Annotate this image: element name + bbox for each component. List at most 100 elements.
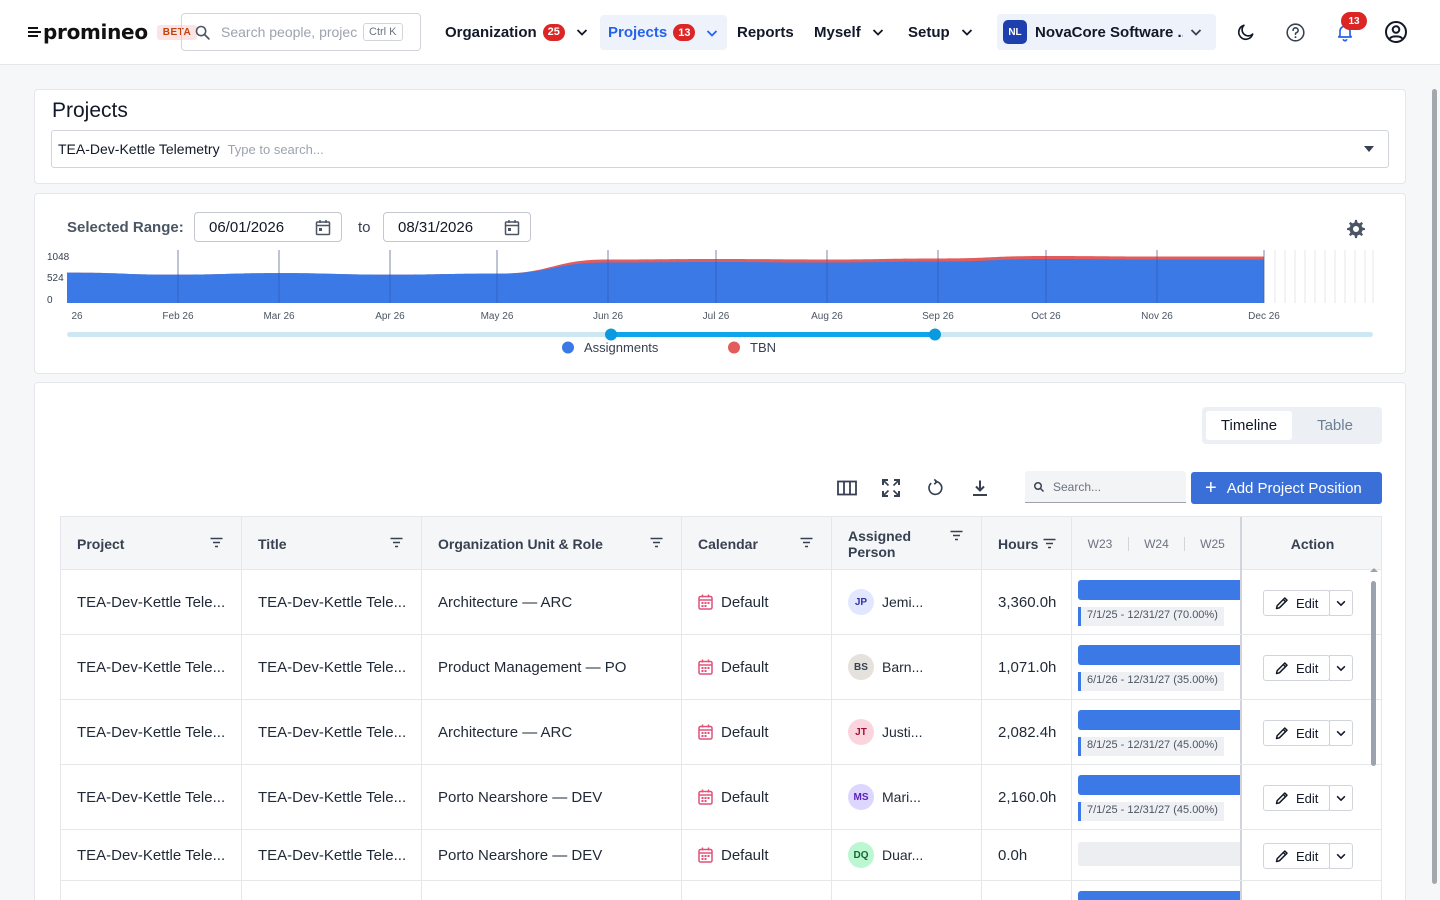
nav-setup[interactable]: Setup bbox=[908, 15, 974, 49]
top-navigation: promineo BETA Search people, projec Ctrl… bbox=[0, 0, 1440, 65]
column-header-assigned-person[interactable]: Assigned Person bbox=[832, 517, 982, 570]
edit-button[interactable]: Edit bbox=[1263, 843, 1330, 869]
table-row[interactable]: TEA-Dev-Kettle Tele... TEA-Dev-Kettle Te… bbox=[61, 700, 1381, 765]
row-actions-dropdown[interactable] bbox=[1329, 785, 1353, 811]
chart-settings-gear-icon[interactable] bbox=[1345, 218, 1367, 240]
scroll-up-arrow-icon[interactable] bbox=[1370, 567, 1378, 573]
nav-organization-label: Organization bbox=[445, 23, 537, 41]
toggle-table[interactable]: Table bbox=[1292, 411, 1378, 440]
table-scrollbar[interactable] bbox=[1369, 568, 1378, 771]
table-scrollbar-thumb[interactable] bbox=[1371, 581, 1376, 766]
cell-action: Edit bbox=[1240, 700, 1371, 764]
app-logo[interactable]: promineo BETA bbox=[28, 19, 198, 45]
filter-icon[interactable] bbox=[800, 537, 813, 548]
legend-item[interactable]: Assignments bbox=[562, 340, 659, 355]
add-project-position-button[interactable]: + Add Project Position bbox=[1191, 472, 1382, 504]
person-name[interactable]: Mari... bbox=[882, 789, 921, 805]
person-name[interactable]: Jemi... bbox=[882, 594, 923, 610]
capacity-area-chart[interactable]: 1048 524 0 26 Feb 26 Mar 26 Apr 26 May 26 Jun 2… bbox=[35, 244, 1405, 374]
account-button[interactable] bbox=[1384, 20, 1408, 44]
nav-organization[interactable]: Organization 25 bbox=[445, 15, 589, 49]
table-row[interactable]: TEA-Dev-Kettle Tele... TEA-Dev-Kettle Te… bbox=[61, 765, 1381, 830]
table-row[interactable]: TEA-Dev-Kettle Tele... TEA-Dev-Kettle Te… bbox=[61, 635, 1381, 700]
column-header-calendar[interactable]: Calendar bbox=[682, 517, 832, 570]
cell-hours: 2,160.0h bbox=[982, 765, 1072, 829]
refresh-button[interactable] bbox=[924, 477, 946, 499]
nav-projects[interactable]: Projects 13 bbox=[600, 15, 728, 50]
table-search-input[interactable]: Search... bbox=[1025, 471, 1186, 503]
cell-org-unit: Product Management — PO bbox=[422, 635, 682, 699]
filter-icon[interactable] bbox=[210, 537, 223, 548]
range-end-date-input[interactable]: 08/31/2026 bbox=[383, 212, 531, 242]
range-start-date-input[interactable]: 06/01/2026 bbox=[194, 212, 342, 242]
nav-reports[interactable]: Reports bbox=[737, 15, 794, 49]
nav-myself[interactable]: Myself bbox=[814, 15, 885, 49]
timeline-bar[interactable] bbox=[1078, 842, 1240, 866]
column-header-assigned-label: Assigned Person bbox=[848, 528, 911, 560]
row-actions-dropdown[interactable] bbox=[1329, 655, 1353, 681]
download-button[interactable] bbox=[969, 477, 991, 499]
chevron-down-icon bbox=[707, 29, 718, 37]
avatar[interactable]: DQ bbox=[848, 842, 874, 868]
row-actions-dropdown[interactable] bbox=[1329, 843, 1353, 869]
global-search-input[interactable]: Search people, projec Ctrl K bbox=[181, 13, 421, 51]
filter-icon[interactable] bbox=[950, 530, 963, 541]
range-slider[interactable] bbox=[67, 328, 1373, 341]
timeline-period-label: 7/1/25 - 12/31/27 (45.00%) bbox=[1078, 802, 1224, 821]
edit-button[interactable]: Edit bbox=[1263, 590, 1330, 616]
table-row[interactable] bbox=[61, 881, 1381, 900]
project-select[interactable]: TEA-Dev-Kettle Telemetry Type to search.… bbox=[51, 130, 1389, 168]
filter-icon[interactable] bbox=[1043, 538, 1056, 549]
person-name[interactable]: Justi... bbox=[882, 724, 922, 740]
avatar[interactable]: JT bbox=[848, 719, 874, 745]
table-row[interactable]: TEA-Dev-Kettle Tele... TEA-Dev-Kettle Te… bbox=[61, 830, 1381, 881]
edit-button[interactable]: Edit bbox=[1263, 785, 1330, 811]
range-to-label: to bbox=[358, 219, 371, 236]
avatar[interactable]: MS bbox=[848, 784, 874, 810]
calendar-icon[interactable] bbox=[315, 219, 331, 236]
range-slider-start-handle[interactable] bbox=[605, 328, 617, 341]
theme-toggle-button[interactable] bbox=[1234, 20, 1258, 44]
timeline-bar[interactable] bbox=[1078, 710, 1240, 730]
column-header-title[interactable]: Title bbox=[242, 517, 422, 570]
person-name[interactable]: Barn... bbox=[882, 659, 923, 675]
calendar-icon bbox=[698, 594, 713, 610]
timeline-bar[interactable] bbox=[1078, 645, 1240, 665]
avatar[interactable]: BS bbox=[848, 654, 874, 680]
avatar[interactable]: JP bbox=[848, 589, 874, 615]
calendar-icon[interactable] bbox=[504, 219, 520, 236]
page-scrollbar-thumb[interactable] bbox=[1432, 89, 1437, 884]
legend-item[interactable]: TBN bbox=[728, 340, 776, 355]
help-button[interactable] bbox=[1283, 20, 1307, 44]
nav-projects-label: Projects bbox=[608, 24, 668, 41]
column-header-project[interactable]: Project bbox=[61, 517, 242, 570]
row-actions-dropdown[interactable] bbox=[1329, 720, 1353, 746]
timeline-bar[interactable] bbox=[1078, 580, 1240, 600]
cell-org-unit bbox=[422, 881, 682, 900]
page-scrollbar[interactable] bbox=[1430, 89, 1438, 900]
calendar-value: Default bbox=[721, 846, 769, 864]
timeline-bar[interactable] bbox=[1078, 891, 1240, 900]
filter-icon[interactable] bbox=[650, 537, 663, 548]
table-row[interactable]: TEA-Dev-Kettle Tele... TEA-Dev-Kettle Te… bbox=[61, 570, 1381, 635]
organization-selector[interactable]: NL NovaCore Software ... bbox=[997, 14, 1216, 50]
calendar-icon bbox=[698, 724, 713, 740]
pencil-icon bbox=[1275, 850, 1288, 863]
cell-calendar: Default bbox=[682, 700, 832, 764]
toggle-timeline[interactable]: Timeline bbox=[1206, 411, 1292, 440]
edit-button[interactable]: Edit bbox=[1263, 655, 1330, 681]
column-header-org-unit[interactable]: Organization Unit & Role bbox=[422, 517, 682, 570]
fullscreen-button[interactable] bbox=[880, 477, 902, 499]
column-header-hours[interactable]: Hours bbox=[982, 517, 1072, 570]
filter-icon[interactable] bbox=[390, 537, 403, 548]
x-tick-label: 26 bbox=[71, 311, 83, 322]
edit-button[interactable]: Edit bbox=[1263, 720, 1330, 746]
global-search-placeholder: Search people, projec bbox=[221, 24, 357, 40]
person-name[interactable]: Duar... bbox=[882, 847, 923, 863]
range-slider-end-handle[interactable] bbox=[929, 328, 941, 341]
org-avatar: NL bbox=[1003, 20, 1027, 44]
columns-button[interactable] bbox=[836, 477, 858, 499]
cell-timeline: 8/1/25 - 12/31/27 (45.00%) bbox=[1072, 700, 1240, 764]
timeline-bar[interactable] bbox=[1078, 775, 1240, 795]
row-actions-dropdown[interactable] bbox=[1329, 590, 1353, 616]
